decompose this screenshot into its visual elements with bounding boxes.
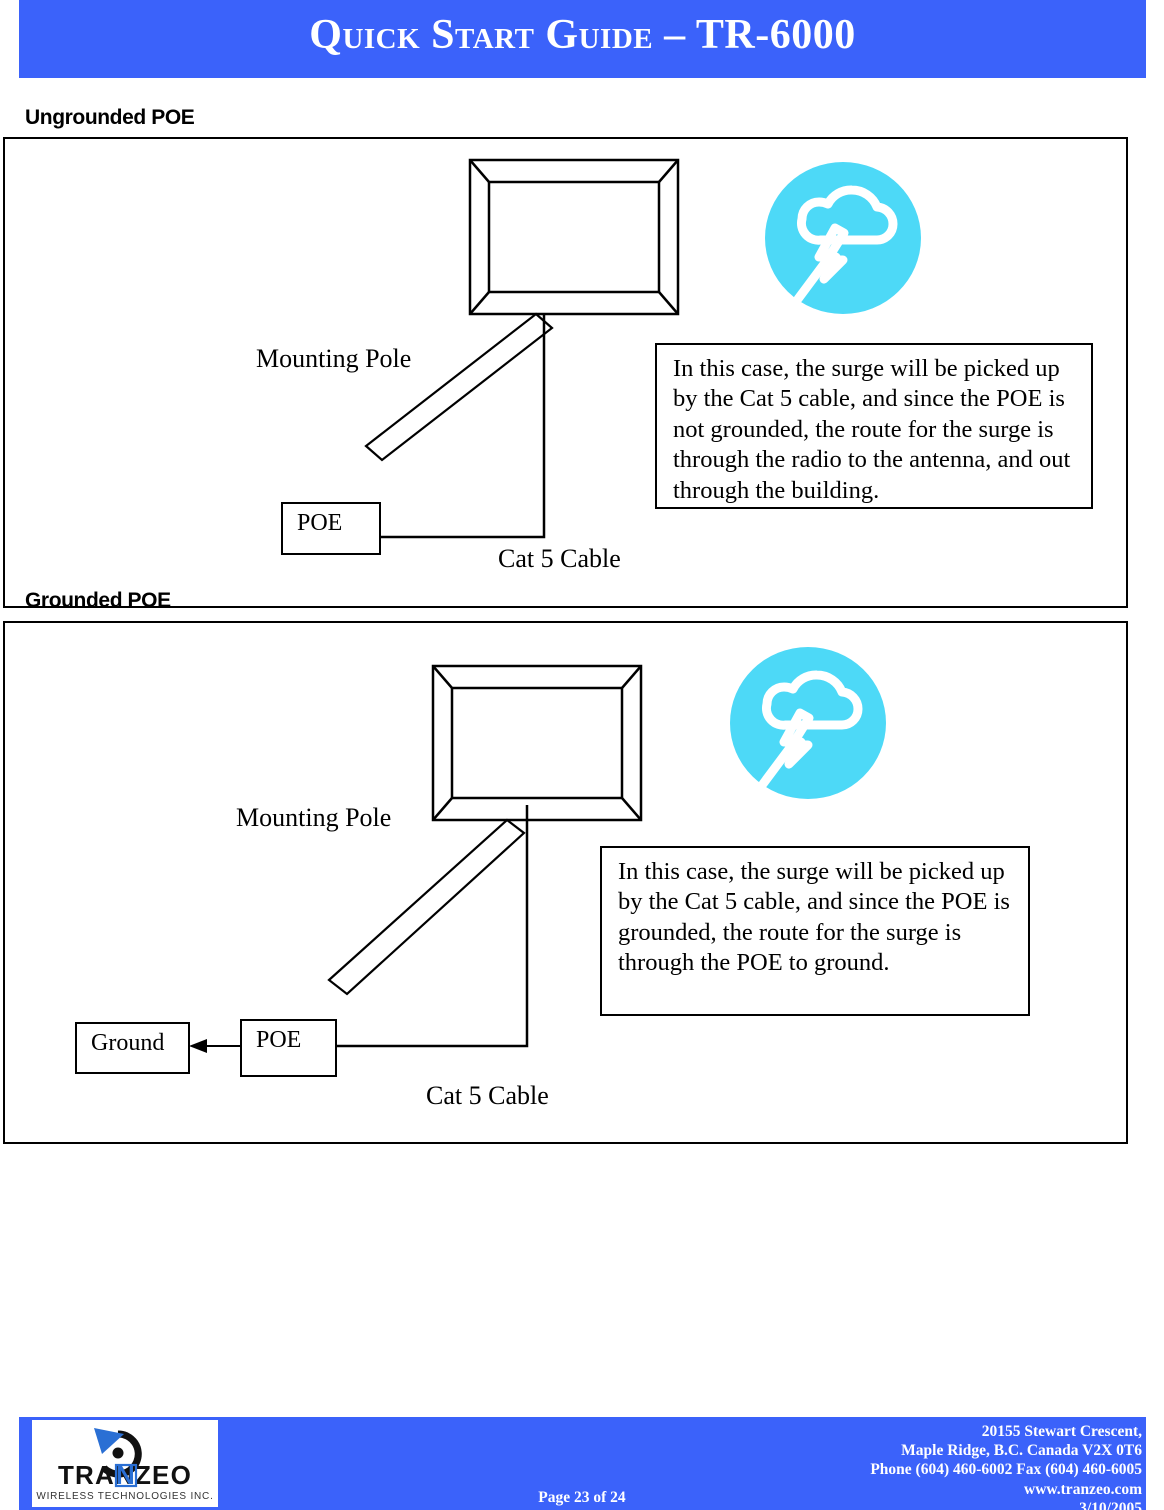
ground-box: Ground (75, 1022, 190, 1074)
antenna-icon (431, 664, 643, 822)
mounting-pole-shape (364, 312, 554, 462)
callout-grounded-poe: In this case, the surge will be picked u… (600, 846, 1030, 1016)
callout-text-2: In this case, the surge will be picked u… (618, 858, 1010, 977)
section-heading-ungrounded-poe: Ungrounded POE (25, 106, 195, 129)
poe-box-2: POE (240, 1019, 337, 1077)
storm-cloud-lightning-icon (729, 646, 887, 801)
storm-cloud-lightning-icon (764, 161, 922, 316)
footer-address-line-3: Phone (604) 460-6002 Fax (604) 460-6005 (870, 1461, 1142, 1479)
label-cat5-cable-1: Cat 5 Cable (498, 544, 621, 573)
page-number: Page 23 of 24 (538, 1489, 626, 1506)
label-mounting-pole-1: Mounting Pole (256, 344, 412, 373)
footer-address-line-2: Maple Ridge, B.C. Canada V2X 0T6 (901, 1442, 1142, 1460)
footer-address-line-1: 20155 Stewart Crescent, (981, 1423, 1142, 1440)
callout-ungrounded-poe: In this case, the surge will be picked u… (655, 343, 1093, 509)
poe-box-label-2: POE (256, 1027, 302, 1053)
callout-text-1: In this case, the surge will be picked u… (673, 355, 1071, 504)
poe-box-label-1: POE (297, 510, 343, 536)
label-cat5-cable-2: Cat 5 Cable (426, 1081, 549, 1110)
poe-box-1: POE (281, 502, 381, 555)
label-mounting-pole-2: Mounting Pole (236, 803, 392, 832)
antenna-icon (468, 158, 680, 316)
document-page: Quick Start Guide – TR-6000 Ungrounded P… (0, 0, 1164, 1510)
header-band: Quick Start Guide – TR-6000 (19, 0, 1146, 78)
ground-box-label: Ground (91, 1030, 165, 1056)
page-title: Quick Start Guide – TR-6000 (309, 12, 856, 58)
svg-text:N: N (116, 1460, 136, 1490)
section-heading-grounded-poe: Grounded POE (25, 589, 171, 612)
mounting-pole-shape (327, 818, 527, 996)
